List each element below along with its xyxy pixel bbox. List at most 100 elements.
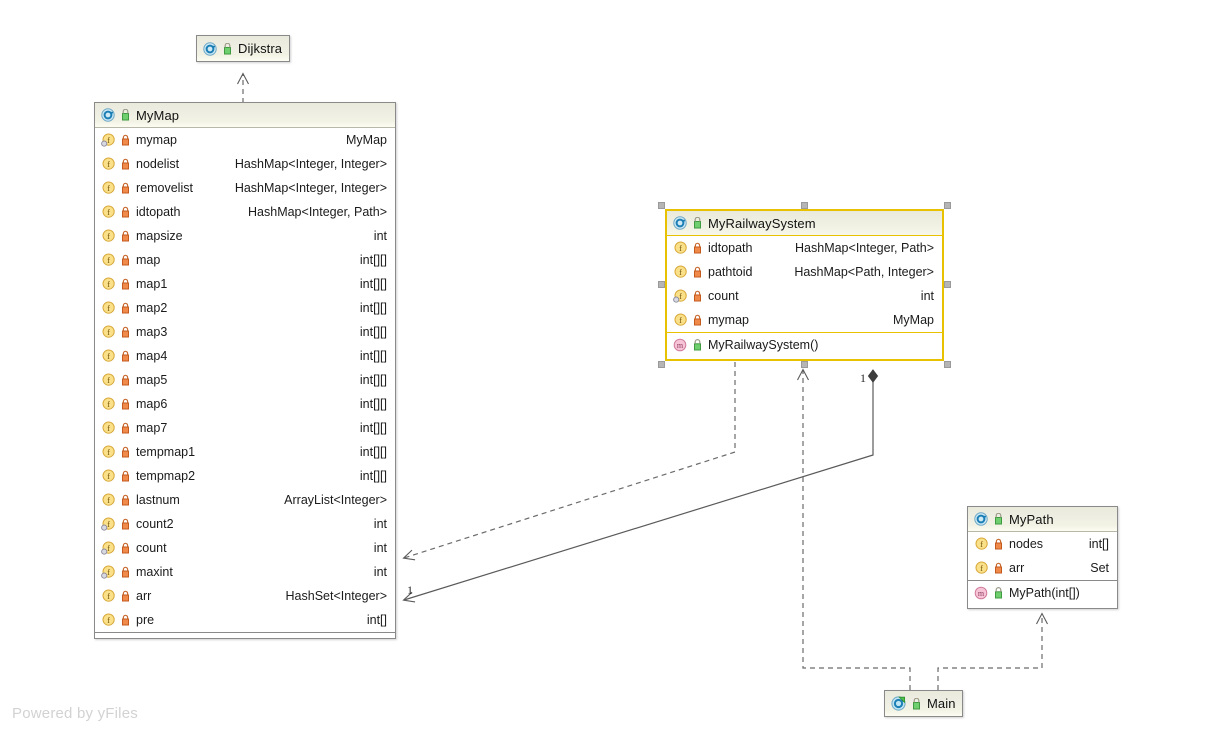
field-row[interactable]: f lastnum ArrayList<Integer> [95, 488, 395, 512]
selection-handle-nw[interactable] [658, 202, 665, 209]
selection-handle-ne[interactable] [944, 202, 951, 209]
field-row[interactable]: f map6 int[][] [95, 392, 395, 416]
svg-text:f: f [679, 315, 682, 325]
svg-text:f: f [107, 447, 110, 457]
field-type: MyMap [346, 133, 387, 147]
field-row[interactable]: f removelist HashMap<Integer, Integer> [95, 176, 395, 200]
field-row[interactable]: f pre int[] [95, 608, 395, 632]
private-lock-icon [120, 566, 131, 578]
svg-text:f: f [107, 423, 110, 433]
selection-handle-sw[interactable] [658, 361, 665, 368]
field-row[interactable]: f map2 int[][] [95, 296, 395, 320]
field-row[interactable]: f mymap MyMap [667, 308, 942, 332]
field-row[interactable]: f map3 int[][] [95, 320, 395, 344]
field-row[interactable]: f mapsize int [95, 224, 395, 248]
svg-text:f: f [107, 495, 110, 505]
edge-main-to-myrailwaysystem [797, 368, 911, 690]
field-icon: f [101, 181, 115, 195]
field-static-icon: f [101, 133, 115, 147]
svg-text:f: f [107, 207, 110, 217]
field-type: int[][] [359, 277, 387, 291]
private-lock-icon [120, 542, 131, 554]
svg-text:f: f [107, 255, 110, 265]
uml-class-mymap[interactable]: MyMap f mymap MyMap f nodelist HashMap<Intege… [94, 102, 396, 639]
method-row[interactable]: m MyPath(int[]) [968, 581, 1117, 605]
class-header-mymap[interactable]: MyMap [95, 103, 395, 128]
field-row[interactable]: f map4 int[][] [95, 344, 395, 368]
private-lock-icon [692, 314, 703, 326]
class-name-dijkstra: Dijkstra [238, 41, 283, 56]
field-row[interactable]: f pathtoid HashMap<Path, Integer> [667, 260, 942, 284]
field-type: MyMap [893, 313, 934, 327]
method-section-myrailwaysystem: m MyRailwaySystem() [667, 333, 942, 357]
package-visibility-icon [692, 217, 703, 229]
class-header-myrailwaysystem[interactable]: MyRailwaySystem [667, 211, 942, 236]
svg-text:f: f [107, 183, 110, 193]
svg-text:f: f [107, 399, 110, 409]
private-lock-icon [120, 374, 131, 386]
class-header-mypath[interactable]: MyPath [968, 507, 1117, 532]
field-type: int[] [1088, 537, 1109, 551]
field-row[interactable]: f tempmap2 int[][] [95, 464, 395, 488]
field-icon: f [673, 265, 687, 279]
field-row[interactable]: f idtopath HashMap<Integer, Path> [667, 236, 942, 260]
field-row[interactable]: f count int [95, 536, 395, 560]
field-type: int[][] [359, 421, 387, 435]
field-icon: f [101, 325, 115, 339]
field-icon: f [673, 313, 687, 327]
selection-handle-w[interactable] [658, 281, 665, 288]
field-row[interactable]: f nodelist HashMap<Integer, Integer> [95, 152, 395, 176]
field-row[interactable]: f tempmap1 int[][] [95, 440, 395, 464]
field-row[interactable]: f map1 int[][] [95, 272, 395, 296]
selection-handle-n[interactable] [801, 202, 808, 209]
field-row[interactable]: f map5 int[][] [95, 368, 395, 392]
private-lock-icon [120, 590, 131, 602]
selection-handle-e[interactable] [944, 281, 951, 288]
field-row[interactable]: f maxint int [95, 560, 395, 584]
svg-text:f: f [107, 231, 110, 241]
field-row[interactable]: f arr HashSet<Integer> [95, 584, 395, 608]
field-name: count2 [136, 517, 174, 531]
edge-myrailwaysystem-to-mymap [402, 362, 736, 561]
field-icon: f [101, 493, 115, 507]
field-icon: f [101, 277, 115, 291]
field-name: maxint [136, 565, 173, 579]
svg-text:f: f [107, 519, 110, 529]
field-row[interactable]: f arr Set [968, 556, 1117, 580]
field-icon: f [974, 537, 988, 551]
field-name: count [136, 541, 167, 555]
class-header-dijkstra[interactable]: Dijkstra [197, 36, 289, 61]
field-type: HashMap<Integer, Path> [795, 241, 934, 255]
uml-class-dijkstra[interactable]: Dijkstra [196, 35, 290, 62]
field-row[interactable]: f mymap MyMap [95, 128, 395, 152]
svg-text:f: f [107, 543, 110, 553]
field-row[interactable]: f nodes int[] [968, 532, 1117, 556]
field-icon: f [101, 445, 115, 459]
svg-text:f: f [679, 291, 682, 301]
field-icon: f [101, 397, 115, 411]
method-icon: m [673, 338, 687, 352]
field-section-myrailwaysystem: f idtopath HashMap<Integer, Path> f pathtoid… [667, 236, 942, 333]
field-name: map3 [136, 325, 168, 339]
method-row[interactable]: m MyRailwaySystem() [667, 333, 942, 357]
selection-handle-se[interactable] [944, 361, 951, 368]
field-row[interactable]: f map7 int[][] [95, 416, 395, 440]
selection-handle-s[interactable] [801, 361, 808, 368]
field-row[interactable]: f count2 int [95, 512, 395, 536]
uml-class-main[interactable]: Main [884, 690, 963, 717]
package-visibility-icon [993, 587, 1004, 599]
uml-class-mypath[interactable]: MyPath f nodes int[] f arr Set m MyPath(int[]) [967, 506, 1118, 609]
uml-class-myrailwaysystem[interactable]: MyRailwaySystem f idtopath HashMap<Integer… [665, 209, 944, 361]
svg-text:f: f [107, 327, 110, 337]
edge-main-to-mypath [937, 612, 1048, 690]
class-header-main[interactable]: Main [885, 691, 962, 716]
field-row[interactable]: f idtopath HashMap<Integer, Path> [95, 200, 395, 224]
field-row[interactable]: f count int [667, 284, 942, 308]
field-row[interactable]: f map int[][] [95, 248, 395, 272]
private-lock-icon [120, 350, 131, 362]
field-icon: f [101, 469, 115, 483]
svg-text:m: m [677, 341, 684, 350]
field-name: map7 [136, 421, 168, 435]
uml-diagram-canvas[interactable]: Dijkstra : dashed generalization/realiza… [0, 0, 1232, 736]
svg-text:f: f [107, 351, 110, 361]
